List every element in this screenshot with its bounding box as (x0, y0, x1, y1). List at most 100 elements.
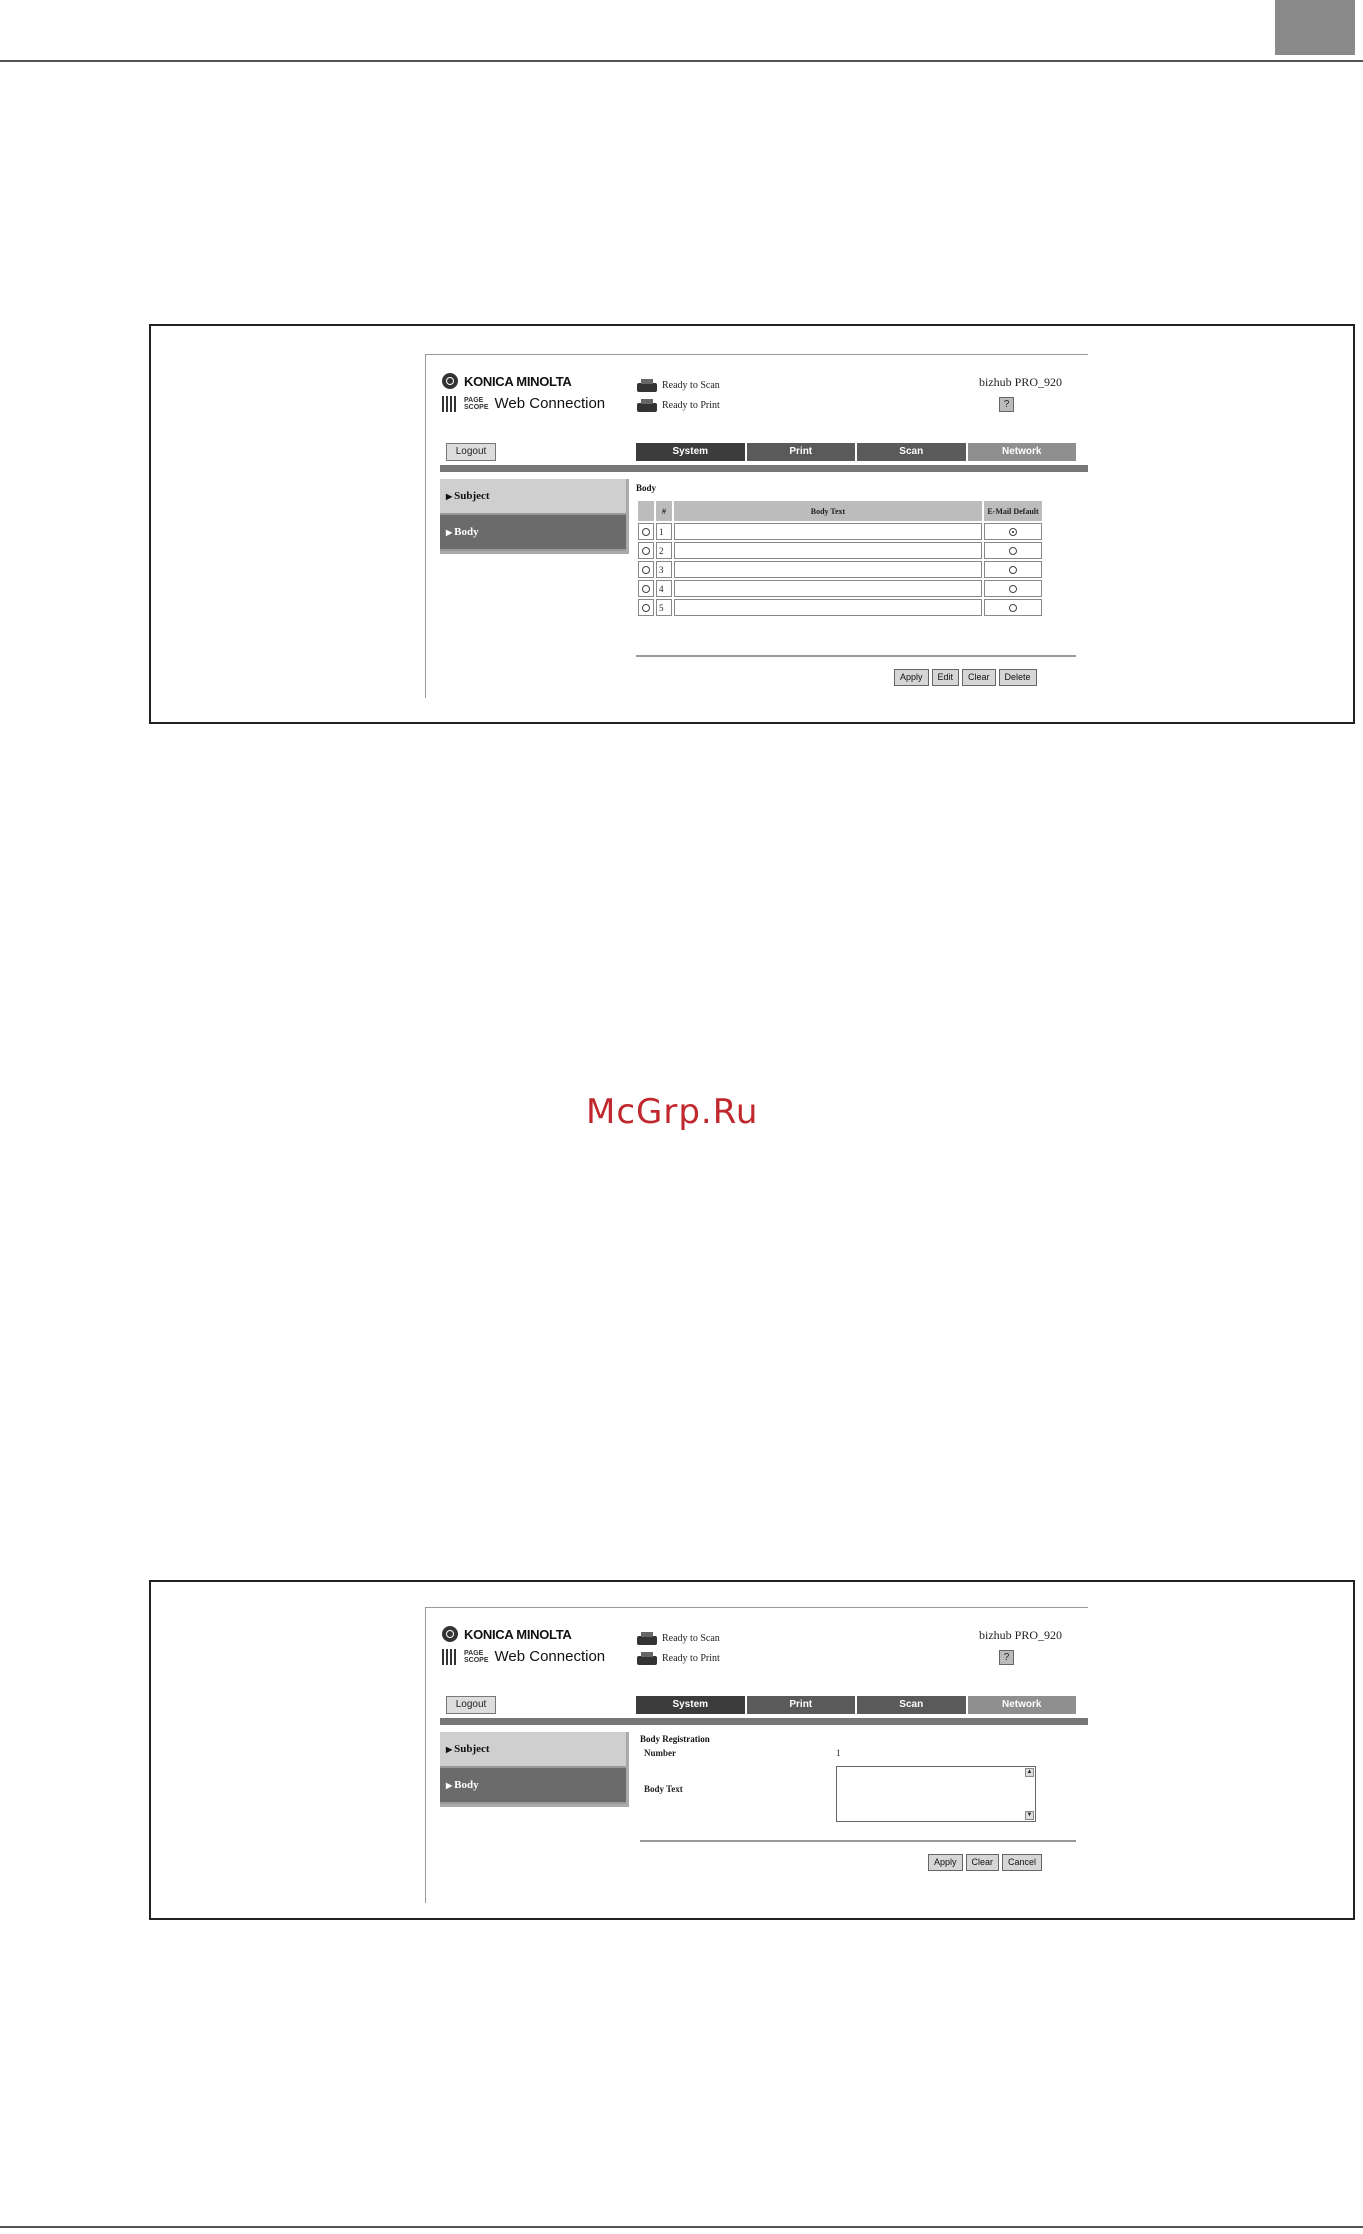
row-default-cell (984, 580, 1042, 597)
row-default-cell (984, 561, 1042, 578)
default-radio[interactable] (1009, 566, 1017, 575)
brand-product: Web Connection (494, 395, 606, 412)
action-buttons: Apply Edit Clear Delete (894, 669, 1037, 686)
tab-print[interactable]: Print (746, 1696, 855, 1714)
menu-item-label: Subject (454, 490, 490, 502)
status-scan: Ready to Scan (662, 1632, 720, 1644)
body-text-table: # Body Text E-Mail Default 1 2 3 4 5 (636, 499, 1044, 618)
help-icon[interactable]: ? (999, 397, 1014, 412)
row-select-cell (638, 523, 654, 540)
default-radio[interactable] (1009, 528, 1017, 537)
brand-block: KONICA MINOLTA PAGE SCOPE Web Connection (442, 1626, 605, 1665)
delete-button[interactable]: Delete (998, 669, 1037, 686)
row-select-radio[interactable] (642, 528, 650, 537)
row-number: 1 (656, 523, 672, 540)
menu-item-subject[interactable]: ▶ Subject (440, 479, 626, 515)
triangle-right-icon: ▶ (446, 528, 453, 537)
menu-item-label: Body (454, 526, 479, 538)
content-divider (636, 655, 1076, 657)
row-select-radio[interactable] (642, 566, 650, 575)
tab-system[interactable]: System (636, 1696, 745, 1714)
table-row: 3 (638, 561, 1042, 578)
menu-item-label: Body (454, 1779, 479, 1791)
row-number: 5 (656, 599, 672, 616)
header-number: # (656, 501, 672, 521)
figure-body-list: KONICA MINOLTA PAGE SCOPE Web Connection R… (149, 324, 1355, 724)
brand-block: KONICA MINOLTA PAGE SCOPE Web Connection (442, 373, 605, 412)
tab-system[interactable]: System (636, 443, 745, 461)
scroll-down-icon[interactable]: ▼ (1025, 1811, 1034, 1820)
section-title: Body (636, 483, 657, 493)
side-menu: ▶ Subject ▶ Body (440, 479, 629, 554)
row-select-cell (638, 542, 654, 559)
status-scan: Ready to Scan (662, 379, 720, 391)
row-default-cell (984, 523, 1042, 540)
clear-button[interactable]: Clear (962, 669, 996, 686)
status-print: Ready to Print (662, 1652, 720, 1664)
row-select-radio[interactable] (642, 547, 650, 556)
menu-item-subject[interactable]: ▶ Subject (440, 1732, 626, 1768)
default-radio[interactable] (1009, 585, 1017, 594)
brand-maker: KONICA MINOLTA (464, 1626, 572, 1642)
tab-scan[interactable]: Scan (857, 1696, 966, 1714)
apply-button[interactable]: Apply (894, 669, 929, 686)
default-radio[interactable] (1009, 604, 1017, 613)
device-name: bizhub PRO_920 (978, 375, 1062, 389)
konica-minolta-logo-icon (442, 373, 458, 389)
side-menu: ▶ Subject ▶ Body (440, 1732, 629, 1807)
triangle-right-icon: ▶ (446, 492, 453, 501)
printer-icon (636, 398, 658, 413)
brand-maker: KONICA MINOLTA (464, 373, 572, 389)
number-value: 1 (836, 1748, 841, 1758)
device-status: Ready to Scan Ready to Print (636, 375, 720, 415)
screenshot-body-list: KONICA MINOLTA PAGE SCOPE Web Connection R… (425, 354, 1088, 698)
row-select-radio[interactable] (642, 604, 650, 613)
row-number: 4 (656, 580, 672, 597)
pagescope-logo-icon (442, 1648, 458, 1665)
status-print: Ready to Print (662, 399, 720, 411)
logout-button[interactable]: Logout (446, 443, 496, 461)
row-default-cell (984, 542, 1042, 559)
default-radio[interactable] (1009, 547, 1017, 556)
scanner-icon (636, 378, 658, 393)
row-body-text (674, 523, 982, 540)
page-tab-marker (1275, 0, 1355, 55)
row-body-text (674, 599, 982, 616)
watermark-text: McGrp.Ru (586, 1092, 759, 1132)
row-number: 3 (656, 561, 672, 578)
body-text-textarea[interactable]: ▲ ▼ (836, 1766, 1036, 1822)
menu-item-body[interactable]: ▶ Body (440, 515, 626, 551)
scroll-up-icon[interactable]: ▲ (1025, 1768, 1034, 1777)
tab-print[interactable]: Print (746, 443, 855, 461)
brand-product: Web Connection (494, 1648, 606, 1665)
apply-button[interactable]: Apply (928, 1854, 963, 1871)
tab-network[interactable]: Network (967, 1696, 1076, 1714)
table-row: 2 (638, 542, 1042, 559)
clear-button[interactable]: Clear (965, 1854, 1000, 1871)
tab-scan[interactable]: Scan (857, 443, 966, 461)
help-icon[interactable]: ? (999, 1650, 1014, 1665)
logout-button[interactable]: Logout (446, 1696, 496, 1714)
page-top-rule (0, 60, 1363, 62)
scanner-icon (636, 1631, 658, 1646)
device-name: bizhub PRO_920 (978, 1628, 1062, 1642)
header-select (638, 501, 654, 521)
header-email-default: E-Mail Default (984, 501, 1042, 521)
header-band (440, 1718, 1088, 1725)
header-band (440, 465, 1088, 472)
menu-item-body[interactable]: ▶ Body (440, 1768, 626, 1804)
row-default-cell (984, 599, 1042, 616)
number-label: Number (644, 1748, 676, 1758)
printer-icon (636, 1651, 658, 1666)
pagescope-logo-icon (442, 395, 458, 412)
content-divider (640, 1840, 1076, 1842)
triangle-right-icon: ▶ (446, 1745, 453, 1754)
table-row: 5 (638, 599, 1042, 616)
row-body-text (674, 542, 982, 559)
cancel-button[interactable]: Cancel (1002, 1854, 1043, 1871)
main-tabs: System Print Scan Network (636, 443, 1076, 461)
edit-button[interactable]: Edit (931, 669, 960, 686)
row-select-radio[interactable] (642, 585, 650, 594)
tab-network[interactable]: Network (967, 443, 1076, 461)
table-row: 4 (638, 580, 1042, 597)
